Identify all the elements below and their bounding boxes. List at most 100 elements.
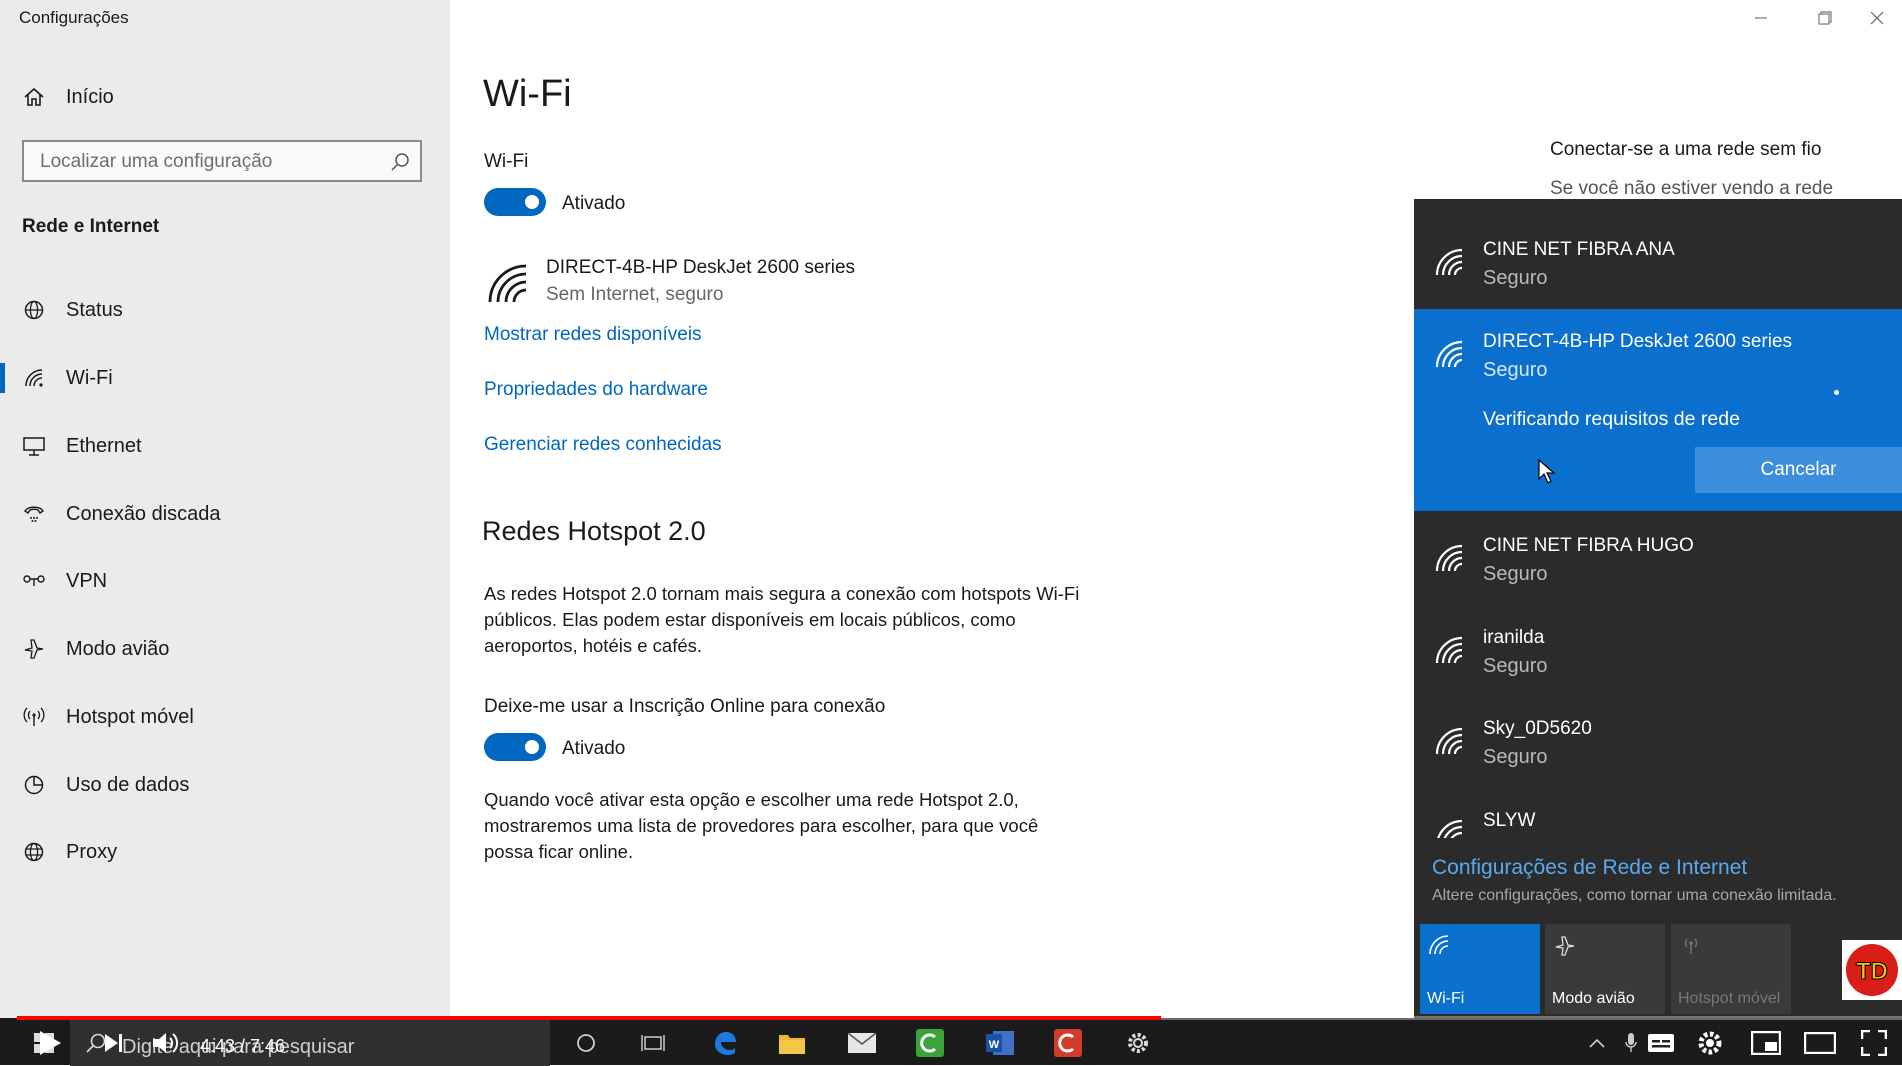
sidebar-item-label: Wi-Fi — [66, 366, 113, 389]
microphone-icon[interactable] — [1618, 1020, 1644, 1066]
network-flyout: CINE NET FIBRA ANA Seguro DIRECT-4B-HP D… — [1414, 199, 1902, 1018]
globe-icon — [21, 839, 47, 865]
wifi-toggle[interactable] — [484, 188, 546, 216]
network-status: Seguro — [1483, 359, 1548, 381]
network-name: CINE NET FIBRA ANA — [1483, 239, 1675, 260]
close-button[interactable] — [1852, 0, 1902, 36]
word-icon[interactable]: W — [980, 1020, 1020, 1066]
camtasia-icon[interactable] — [910, 1020, 950, 1066]
wifi-icon — [21, 365, 47, 391]
miniplayer-icon[interactable] — [1748, 1020, 1784, 1066]
mail-icon[interactable] — [842, 1020, 882, 1066]
subtitles-icon[interactable] — [1644, 1020, 1678, 1066]
theater-mode-icon[interactable] — [1802, 1020, 1838, 1066]
network-status: Seguro — [1483, 746, 1548, 768]
toggle-knob — [525, 740, 539, 754]
wifi-toggle-state: Ativado — [562, 193, 626, 214]
online-signup-toggle[interactable] — [484, 733, 546, 761]
page-title: Wi-Fi — [483, 73, 572, 115]
toggle-knob — [525, 195, 539, 209]
hotspot-icon — [1679, 934, 1703, 956]
sidebar-item-proxy[interactable]: Proxy — [0, 828, 450, 876]
wifi-signal-icon — [1434, 247, 1464, 277]
network-item[interactable]: iranilda Seguro — [1414, 605, 1902, 697]
tile-label: Hotspot móvel — [1678, 990, 1781, 1007]
edge-browser-icon[interactable] — [705, 1020, 745, 1066]
globe-status-icon — [21, 297, 47, 323]
recorder-icon[interactable] — [1048, 1020, 1088, 1066]
sidebar-item-label: Conexão discada — [66, 502, 221, 525]
wifi-signal-icon — [1434, 635, 1464, 665]
sidebar-item-label: Status — [66, 298, 123, 321]
connected-network-name: DIRECT-4B-HP DeskJet 2600 series — [546, 257, 856, 278]
volume-icon[interactable] — [148, 1020, 184, 1066]
manage-known-networks-link[interactable]: Gerenciar redes conhecidas — [484, 434, 722, 456]
chevron-up-icon[interactable] — [1582, 1020, 1612, 1066]
network-item[interactable]: SLYW — [1414, 788, 1902, 838]
network-status: Seguro — [1483, 563, 1548, 585]
sidebar-item-data-usage[interactable]: Uso de dados — [0, 761, 450, 809]
airplane-icon — [21, 636, 47, 662]
network-item[interactable]: DIRECT-4B-HP DeskJet 2600 series Seguro — [1414, 309, 1902, 401]
settings-gear-icon[interactable] — [1118, 1020, 1158, 1066]
sidebar-item-dialup[interactable]: Conexão discada — [0, 490, 450, 538]
network-item[interactable]: Sky_0D5620 Seguro — [1414, 696, 1902, 788]
sidebar-item-wifi[interactable]: Wi-Fi — [0, 354, 450, 402]
minimize-button[interactable] — [1736, 0, 1786, 36]
wifi-signal-icon — [486, 262, 528, 304]
network-name: SLYW — [1483, 810, 1536, 831]
airplane-icon — [1553, 934, 1577, 958]
network-item[interactable]: CINE NET FIBRA HUGO Seguro — [1414, 513, 1902, 605]
hotspot-description: As redes Hotspot 2.0 tornam mais segura … — [484, 581, 1144, 659]
wifi-signal-icon — [1434, 726, 1464, 756]
network-settings-link[interactable]: Configurações de Rede e Internet — [1432, 856, 1747, 880]
mouse-cursor-icon — [1538, 459, 1556, 485]
network-item[interactable]: CINE NET FIBRA ANA Seguro — [1414, 217, 1902, 309]
hotspot-icon — [21, 704, 47, 730]
settings-search-input[interactable] — [38, 142, 382, 182]
settings-search-box[interactable] — [22, 140, 422, 182]
task-view-icon[interactable] — [633, 1020, 673, 1066]
wifi-signal-icon — [1434, 818, 1464, 838]
sidebar-item-airplane[interactable]: Modo avião — [0, 625, 450, 673]
sidebar-item-label: Uso de dados — [66, 773, 190, 796]
hardware-properties-link[interactable]: Propriedades do hardware — [484, 379, 708, 401]
sidebar-item-label: VPN — [66, 569, 108, 592]
hotspot-note: Quando você ativar esta opção e escolher… — [484, 787, 1144, 865]
network-item-selected[interactable]: DIRECT-4B-HP DeskJet 2600 series Seguro … — [1414, 309, 1902, 511]
hotspot-quick-action[interactable]: Hotspot móvel — [1671, 924, 1791, 1014]
cortana-icon[interactable] — [566, 1020, 606, 1066]
svg-text:W: W — [989, 1039, 1000, 1051]
sidebar-item-vpn[interactable]: VPN — [0, 557, 450, 605]
wifi-quick-action[interactable]: Wi-Fi — [1420, 924, 1540, 1014]
restore-button[interactable] — [1800, 0, 1850, 36]
show-networks-link[interactable]: Mostrar redes disponíveis — [484, 324, 702, 346]
sidebar-item-ethernet[interactable]: Ethernet — [0, 422, 450, 470]
airplane-mode-quick-action[interactable]: Modo avião — [1545, 924, 1665, 1014]
sidebar-item-hotspot[interactable]: Hotspot móvel — [0, 693, 450, 741]
sidebar-item-status[interactable]: Status — [0, 286, 450, 334]
data-usage-icon — [21, 772, 47, 798]
wifi-signal-icon — [1434, 339, 1464, 369]
sidebar-item-label: Hotspot móvel — [66, 705, 194, 728]
app-title: Configurações — [19, 8, 129, 27]
sidebar: Configurações Início Rede e Internet Sta… — [0, 0, 450, 1018]
file-explorer-icon[interactable] — [772, 1020, 812, 1066]
hotspot-note-line: mostraremos uma lista de provedores para… — [484, 815, 1039, 836]
sidebar-item-label: Modo avião — [66, 637, 170, 660]
tile-label: Modo avião — [1552, 990, 1635, 1007]
fullscreen-icon[interactable] — [1856, 1020, 1892, 1066]
sidebar-item-label: Proxy — [66, 840, 118, 863]
network-settings-description: Altere configurações, como tornar uma co… — [1432, 887, 1837, 904]
vpn-icon — [21, 568, 47, 594]
cancel-button[interactable]: Cancelar — [1695, 447, 1902, 493]
network-name: CINE NET FIBRA HUGO — [1483, 535, 1694, 556]
settings-gear-icon[interactable] — [1692, 1020, 1728, 1066]
sidebar-home[interactable]: Início — [0, 73, 450, 121]
online-signup-label: Deixe-me usar a Inscrição Online para co… — [484, 696, 886, 717]
dialup-icon — [21, 501, 47, 527]
sidebar-home-label: Início — [66, 85, 114, 108]
play-button[interactable] — [30, 1020, 70, 1066]
search-icon[interactable] — [390, 152, 410, 172]
next-button[interactable] — [98, 1020, 130, 1066]
